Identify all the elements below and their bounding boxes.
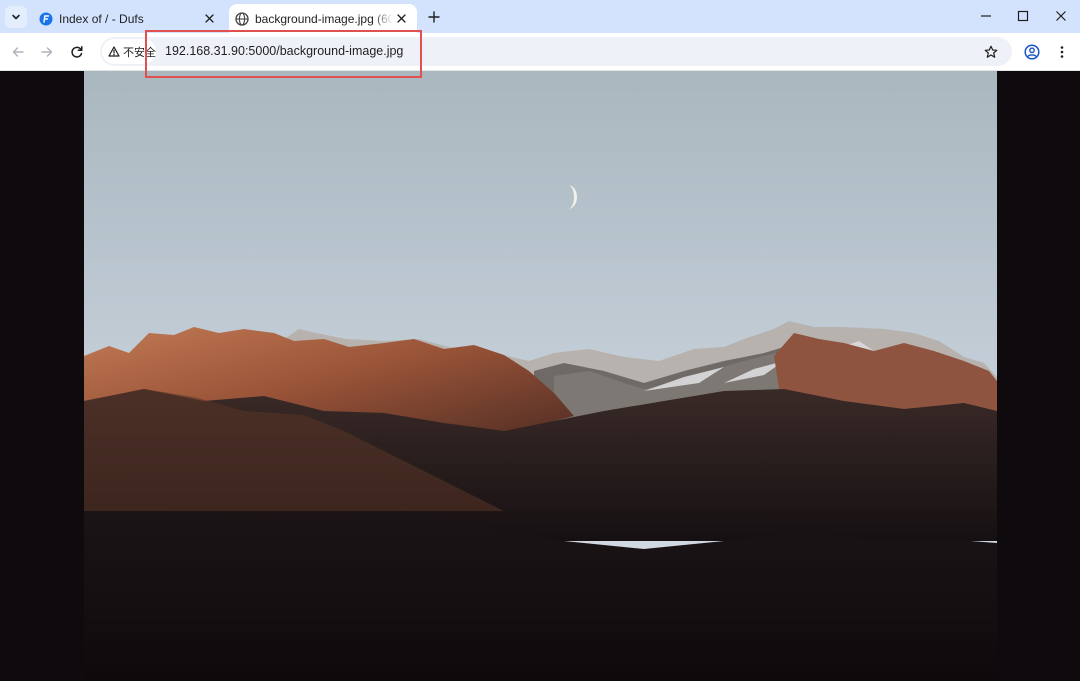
close-window-button[interactable] — [1047, 4, 1075, 28]
tab-background-image[interactable]: background-image.jpg (6000 — [229, 4, 417, 33]
tab-close-button[interactable] — [201, 11, 217, 27]
browser-menu-button[interactable] — [1050, 40, 1074, 64]
arrow-right-icon — [41, 47, 53, 57]
tab-close-button[interactable] — [393, 11, 409, 27]
dufs-logo-icon — [39, 12, 53, 26]
close-icon — [1056, 11, 1066, 21]
kebab-menu-icon — [1060, 46, 1064, 58]
toolbar: 不安全 192.168.31.90:5000/background-image.… — [0, 33, 1080, 71]
security-indicator[interactable]: 不安全 — [102, 39, 156, 64]
tab-title: Index of / - Dufs — [59, 11, 144, 26]
maximize-icon — [1017, 10, 1029, 22]
arrow-left-icon — [12, 47, 24, 57]
plus-icon — [428, 11, 440, 23]
maximize-button[interactable] — [1009, 4, 1037, 28]
chevron-down-icon — [12, 14, 20, 20]
tab-search-button[interactable] — [5, 6, 27, 28]
browser-window: Index of / - Dufs background-image.jpg (… — [0, 0, 1080, 681]
page-content — [0, 71, 1080, 681]
address-bar[interactable]: 不安全 192.168.31.90:5000/background-image.… — [100, 37, 1012, 66]
new-tab-button[interactable] — [424, 7, 444, 27]
forward-button[interactable] — [35, 40, 59, 64]
profile-icon — [1024, 44, 1040, 60]
close-icon — [396, 14, 406, 23]
tab-title: background-image.jpg (6000 — [255, 11, 393, 26]
reload-button[interactable] — [65, 40, 89, 64]
back-button[interactable] — [6, 40, 30, 64]
tab-dufs-index[interactable]: Index of / - Dufs — [32, 4, 225, 33]
close-icon — [204, 14, 214, 23]
tab-strip: Index of / - Dufs background-image.jpg (… — [0, 0, 1080, 33]
warning-icon — [108, 46, 120, 57]
security-label: 不安全 — [123, 46, 156, 59]
bookmark-button[interactable] — [980, 41, 1002, 63]
url-text[interactable]: 192.168.31.90:5000/background-image.jpg — [165, 44, 403, 58]
minimize-icon — [981, 15, 991, 17]
globe-icon — [235, 11, 249, 26]
profile-button[interactable] — [1020, 40, 1044, 64]
reload-icon — [71, 46, 83, 58]
mountain-photo — [84, 71, 997, 681]
minimize-button[interactable] — [972, 4, 1000, 28]
star-icon — [984, 45, 998, 58]
